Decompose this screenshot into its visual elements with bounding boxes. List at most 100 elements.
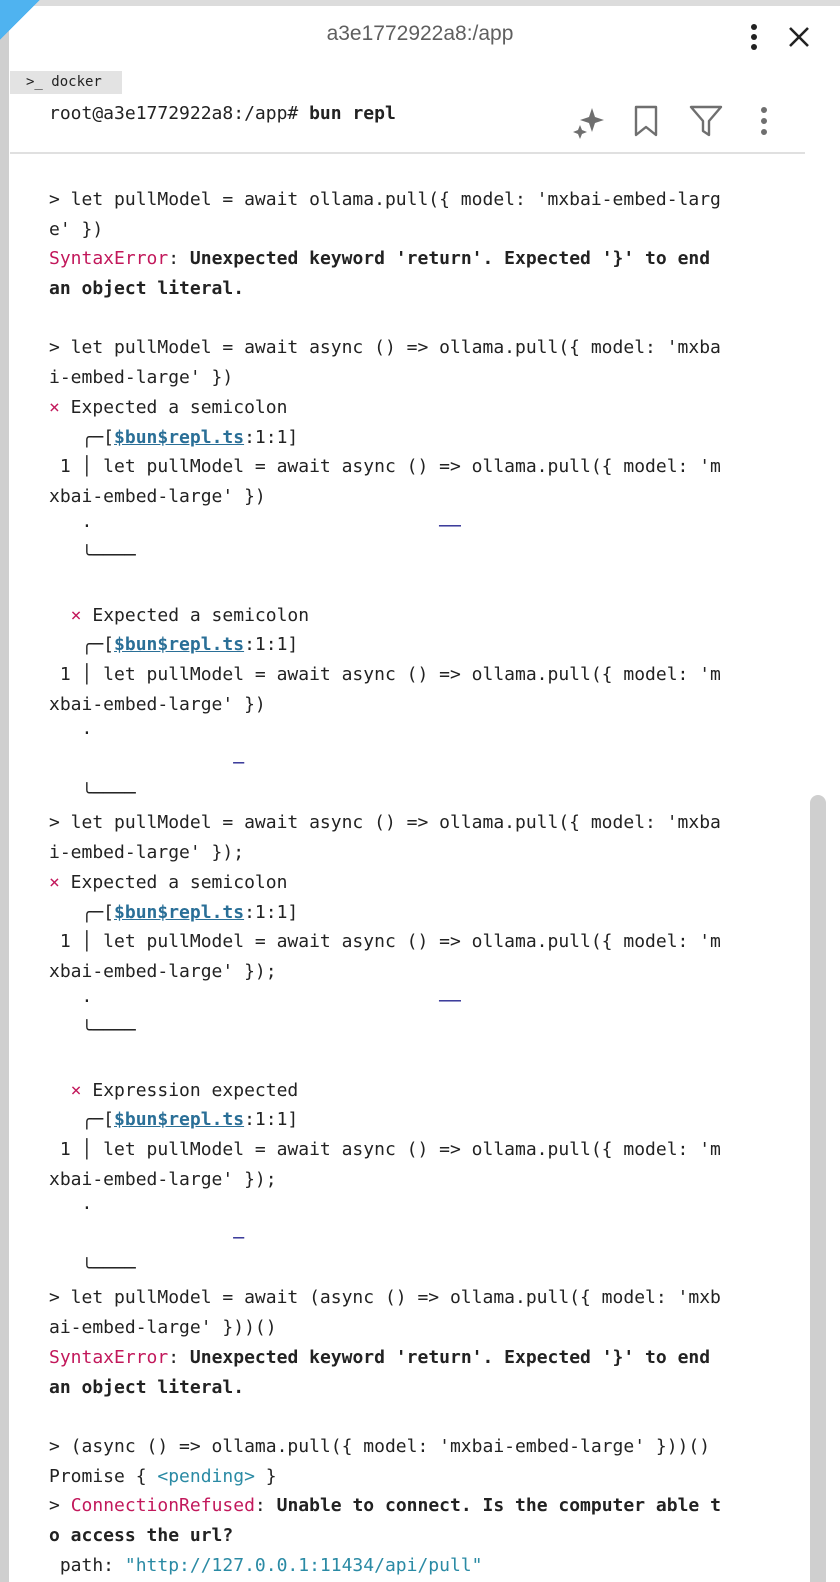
terminal-text: 1 │ let pullModel = await async () => ol… bbox=[49, 1139, 721, 1160]
terminal-text: Expected a semicolon bbox=[59, 871, 288, 893]
window-top-border bbox=[0, 0, 840, 6]
terminal-text: > (async () => ollama.pull({ model: 'mxb… bbox=[49, 1435, 711, 1457]
terminal-text: <pending> bbox=[157, 1465, 255, 1487]
terminal-text: ── bbox=[439, 515, 461, 537]
tab-docker[interactable]: >_ docker bbox=[10, 71, 122, 94]
terminal-line: 1 │ let pullModel = await async () => ol… bbox=[49, 660, 794, 690]
shell-prompt: root@a3e1772922a8:/app# bbox=[49, 103, 310, 124]
terminal-line: ╭─[$bun$repl.ts:1:1] bbox=[49, 423, 794, 453]
terminal-line: ─ bbox=[49, 1224, 794, 1254]
sparkle-icon[interactable] bbox=[572, 105, 606, 143]
terminal-line: > let pullModel = await ollama.pull({ mo… bbox=[49, 185, 794, 215]
terminal-text: > let pullModel = await async () => olla… bbox=[49, 337, 721, 359]
terminal-line: ╰──── bbox=[49, 541, 794, 571]
terminal-line: × Expected a semicolon bbox=[49, 868, 794, 898]
terminal-text: xbai-embed-large' }) bbox=[49, 485, 266, 507]
terminal-text: ╰──── bbox=[49, 545, 136, 567]
terminal-text: Expression expected bbox=[81, 1079, 299, 1101]
terminal-text: ╭─[ bbox=[49, 901, 115, 923]
terminal-line: ─ bbox=[49, 749, 794, 779]
more-vert-icon[interactable] bbox=[756, 104, 772, 142]
terminal-text: path: bbox=[49, 1554, 125, 1576]
file-link[interactable]: $bun$repl.ts bbox=[114, 634, 244, 655]
terminal-line: ╭─[$bun$repl.ts:1:1] bbox=[49, 630, 794, 660]
terminal-text: ╰──── bbox=[49, 1257, 136, 1279]
command-text: bun repl bbox=[309, 103, 396, 124]
scrollbar[interactable] bbox=[810, 795, 826, 1582]
close-icon[interactable] bbox=[785, 22, 813, 56]
terminal-text: i-embed-large' }); bbox=[49, 842, 245, 864]
terminal-line: > (async () => ollama.pull({ model: 'mxb… bbox=[49, 1432, 794, 1462]
terminal-text: ── bbox=[439, 990, 461, 1012]
terminal-text: ╰──── bbox=[49, 782, 136, 804]
header-divider bbox=[10, 152, 805, 154]
terminal-text: } bbox=[254, 1465, 277, 1487]
terminal-line: × Expression expected bbox=[49, 1076, 794, 1106]
terminal-line: 1 │ let pullModel = await async () => ol… bbox=[49, 1135, 794, 1165]
more-menu-icon[interactable] bbox=[742, 22, 766, 56]
terminal-text: i-embed-large' }) bbox=[49, 367, 234, 389]
file-link[interactable]: $bun$repl.ts bbox=[114, 427, 244, 448]
terminal-text: xbai-embed-large' }); bbox=[49, 1168, 277, 1190]
terminal-text: Unexpected keyword 'return'. Expected '}… bbox=[189, 1346, 711, 1368]
terminal-text: Expected a semicolon bbox=[81, 604, 310, 626]
terminal-line: ╰──── bbox=[49, 1254, 794, 1284]
terminal-line: 1 │ let pullModel = await async () => ol… bbox=[49, 452, 794, 482]
terminal-text: · bbox=[49, 990, 440, 1012]
terminal-text: ─ bbox=[233, 1228, 245, 1250]
terminal-text: an object literal. bbox=[49, 278, 245, 300]
terminal-line: i-embed-large' }); bbox=[49, 838, 794, 868]
file-link[interactable]: $bun$repl.ts bbox=[114, 1109, 244, 1130]
terminal-line: xbai-embed-large' }); bbox=[49, 1165, 794, 1195]
terminal-text: Promise { bbox=[49, 1465, 158, 1487]
terminal-text: 1 │ let pullModel = await async () => ol… bbox=[49, 456, 721, 478]
terminal-text: e' }) bbox=[49, 218, 104, 240]
terminal-text: > bbox=[49, 1495, 71, 1517]
terminal-text: × bbox=[49, 1079, 82, 1101]
terminal-line: · ── bbox=[49, 987, 794, 1017]
filter-icon[interactable] bbox=[689, 104, 723, 142]
terminal-text: ╭─[ bbox=[49, 1109, 115, 1131]
terminal-line: Promise { <pending> } bbox=[49, 1462, 794, 1492]
terminal-line: × Expected a semicolon bbox=[49, 393, 794, 423]
terminal-line: xbai-embed-large' }) bbox=[49, 690, 794, 720]
terminal-text: × bbox=[49, 396, 60, 418]
terminal-line: > let pullModel = await async () => olla… bbox=[49, 808, 794, 838]
terminal-line: SyntaxError: Unexpected keyword 'return'… bbox=[49, 1343, 794, 1373]
terminal-line: xbai-embed-large' }) bbox=[49, 482, 794, 512]
terminal-line: ai-embed-large' }))() bbox=[49, 1313, 794, 1343]
terminal-text: × bbox=[49, 604, 82, 626]
terminal-text: o access the url? bbox=[49, 1524, 234, 1546]
terminal-text: SyntaxError bbox=[49, 1346, 169, 1368]
terminal-line: an object literal. bbox=[49, 1373, 794, 1403]
file-link[interactable]: $bun$repl.ts bbox=[114, 902, 244, 923]
terminal-text: × bbox=[49, 871, 60, 893]
terminal-text: ╭─[ bbox=[49, 426, 115, 448]
terminal-text: ╰──── bbox=[49, 1020, 136, 1042]
terminal-line: · bbox=[49, 719, 794, 749]
terminal-text: : bbox=[254, 1495, 277, 1517]
terminal-text: > let pullModel = await ollama.pull({ mo… bbox=[49, 189, 721, 210]
terminal-line: ╰──── bbox=[49, 1016, 794, 1046]
terminal-text: ConnectionRefused bbox=[70, 1495, 255, 1517]
terminal-text: xbai-embed-large' }); bbox=[49, 960, 277, 982]
terminal-output[interactable]: > let pullModel = await ollama.pull({ mo… bbox=[49, 185, 794, 1580]
terminal-text: "http://127.0.0.1:11434/api/pull" bbox=[124, 1554, 483, 1576]
bookmark-icon[interactable] bbox=[632, 104, 660, 142]
terminal-text: :1:1] bbox=[244, 901, 299, 923]
terminal-line: ╰──── bbox=[49, 779, 794, 809]
terminal-line: > let pullModel = await (async () => oll… bbox=[49, 1283, 794, 1313]
terminal-text: > let pullModel = await (async () => oll… bbox=[49, 1287, 721, 1309]
window-title: a3e1772922a8:/app bbox=[326, 22, 514, 45]
terminal-text: ai-embed-large' }))() bbox=[49, 1317, 277, 1339]
terminal-line: ╭─[$bun$repl.ts:1:1] bbox=[49, 1105, 794, 1135]
terminal-line: an object literal. bbox=[49, 274, 794, 304]
terminal-line: ╭─[$bun$repl.ts:1:1] bbox=[49, 898, 794, 928]
terminal-line: · bbox=[49, 1194, 794, 1224]
terminal-line: path: "http://127.0.0.1:11434/api/pull" bbox=[49, 1551, 794, 1581]
window-corner-bar bbox=[0, 0, 26, 4]
terminal-text: · bbox=[49, 515, 440, 537]
